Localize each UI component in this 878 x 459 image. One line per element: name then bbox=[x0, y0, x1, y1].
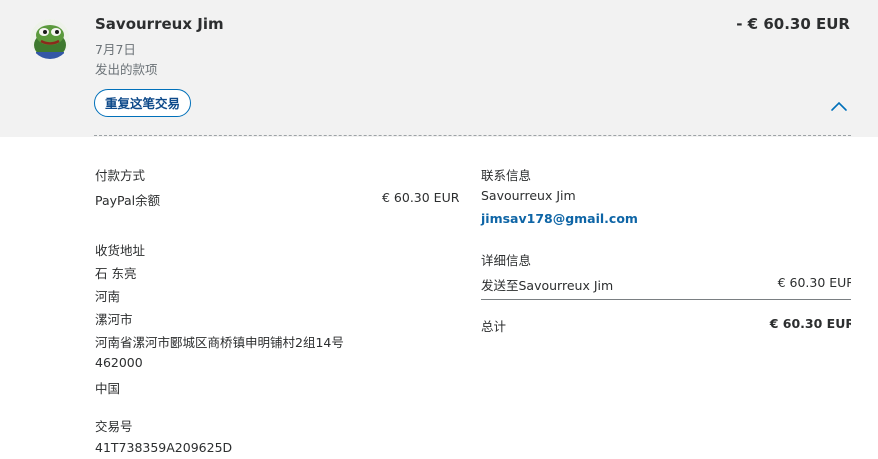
transaction-amount: - € 60.30 EUR bbox=[736, 15, 850, 33]
details-divider bbox=[481, 299, 851, 300]
transaction-date: 7月7日 bbox=[95, 42, 136, 57]
contact-name: Savourreux Jim bbox=[481, 188, 576, 203]
transaction-id-heading: 交易号 bbox=[95, 419, 133, 434]
address-line: 中国 bbox=[95, 381, 121, 396]
address-line: 河南省漯河市郾城区商桥镇申明铺村2组14号 bbox=[95, 335, 344, 350]
merchant-avatar bbox=[30, 19, 70, 59]
payment-amount: € 60.30 EUR bbox=[382, 190, 460, 205]
chevron-up-icon[interactable] bbox=[829, 99, 849, 113]
sent-to-amount: € 60.30 EUR bbox=[777, 275, 851, 290]
merchant-name: Savourreux Jim bbox=[95, 15, 224, 33]
contact-heading: 联系信息 bbox=[481, 168, 532, 183]
sent-to-label: 发送至Savourreux Jim bbox=[481, 278, 614, 293]
address-line: 石 东亮 bbox=[95, 266, 137, 281]
payment-source: PayPal余额 bbox=[95, 193, 161, 208]
frog-avatar-icon bbox=[30, 19, 70, 59]
payment-method-heading: 付款方式 bbox=[95, 168, 146, 183]
transaction-header: Savourreux Jim 7月7日 发出的款项 - € 60.30 EUR … bbox=[0, 0, 878, 137]
total-label: 总计 bbox=[481, 319, 507, 334]
details-heading: 详细信息 bbox=[481, 253, 532, 268]
address-line: 462000 bbox=[95, 355, 143, 370]
address-line: 河南 bbox=[95, 289, 121, 304]
contact-email-link[interactable]: jimsav178@gmail.com bbox=[481, 211, 638, 226]
address-line: 漯河市 bbox=[95, 312, 133, 327]
transaction-id-value: 41T738359A209625D bbox=[95, 440, 233, 455]
transaction-type: 发出的款项 bbox=[95, 62, 158, 77]
shipping-address-heading: 收货地址 bbox=[95, 243, 146, 258]
total-amount: € 60.30 EUR bbox=[769, 316, 851, 331]
sent-to-row: 发送至Savourreux Jim € 60.30 EUR bbox=[481, 275, 851, 295]
repeat-transaction-button[interactable]: 重复这笔交易 bbox=[94, 89, 192, 117]
section-divider bbox=[94, 135, 851, 136]
total-row: 总计 € 60.30 EUR bbox=[481, 316, 851, 336]
